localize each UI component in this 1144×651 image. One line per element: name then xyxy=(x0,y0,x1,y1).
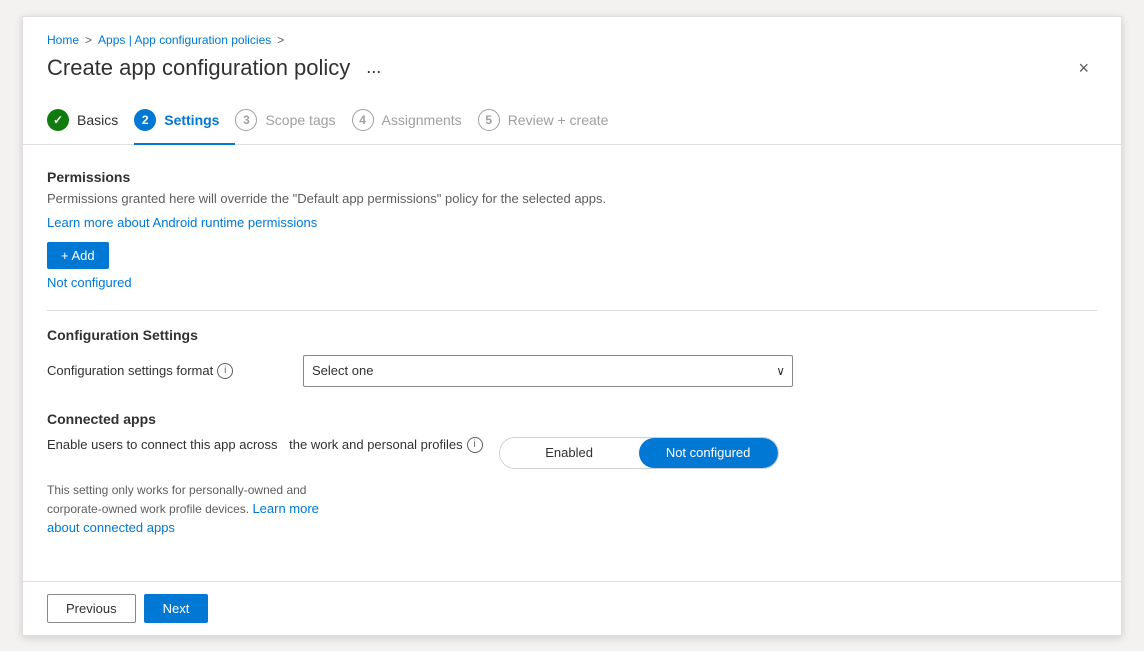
permissions-title: Permissions xyxy=(47,169,1097,185)
step-assignments[interactable]: 4 Assignments xyxy=(352,97,478,143)
step-basics-circle: ✓ xyxy=(47,109,69,131)
format-label-text: Configuration settings format xyxy=(47,363,213,378)
modal-title-row: Create app configuration policy ... × xyxy=(47,55,1097,81)
format-label: Configuration settings format i xyxy=(47,363,287,379)
step-review-create-circle: 5 xyxy=(478,109,500,131)
breadcrumb-home[interactable]: Home xyxy=(47,33,79,47)
modal-title-left: Create app configuration policy ... xyxy=(47,55,387,81)
permissions-learn-more-link[interactable]: Learn more about Android runtime permiss… xyxy=(47,215,317,230)
step-basics-label: Basics xyxy=(77,112,118,128)
permissions-section: Permissions Permissions granted here wil… xyxy=(47,169,1097,290)
toggle-enabled-option[interactable]: Enabled xyxy=(500,438,639,468)
step-settings[interactable]: 2 Settings xyxy=(134,97,235,145)
add-permission-button[interactable]: + Add xyxy=(47,242,109,269)
connected-apps-toggle-label: Enable users to connect this app across … xyxy=(47,437,483,453)
configuration-settings-section: Configuration Settings Configuration set… xyxy=(47,327,1097,387)
breadcrumb-sep2: > xyxy=(277,33,284,47)
connected-apps-title: Connected apps xyxy=(47,411,1097,427)
breadcrumb-apps[interactable]: Apps | App configuration policies xyxy=(98,33,271,47)
permissions-description: Permissions granted here will override t… xyxy=(47,191,1097,206)
permissions-not-configured: Not configured xyxy=(47,275,1097,290)
step-review-create[interactable]: 5 Review + create xyxy=(478,97,625,143)
wizard-steps: ✓ Basics 2 Settings 3 Scope tags 4 Assig… xyxy=(23,97,1121,145)
divider-1 xyxy=(47,310,1097,311)
connected-apps-toggle[interactable]: Enabled Not configured xyxy=(499,437,779,469)
connected-apps-toggle-row: Enable users to connect this app across … xyxy=(47,437,1097,469)
modal-footer: Previous Next xyxy=(23,581,1121,635)
toggle-label-line1: Enable users to connect this app across xyxy=(47,437,278,452)
step-review-create-label: Review + create xyxy=(508,112,609,128)
previous-button[interactable]: Previous xyxy=(47,594,136,623)
page-title: Create app configuration policy xyxy=(47,55,350,81)
format-info-icon[interactable]: i xyxy=(217,363,233,379)
connected-apps-info-icon[interactable]: i xyxy=(467,437,483,453)
step-scope-tags-label: Scope tags xyxy=(265,112,335,128)
create-policy-modal: Home > Apps | App configuration policies… xyxy=(22,16,1122,636)
modal-header: Home > Apps | App configuration policies… xyxy=(23,17,1121,97)
step-assignments-circle: 4 xyxy=(352,109,374,131)
breadcrumb: Home > Apps | App configuration policies… xyxy=(47,33,1097,47)
toggle-not-configured-option[interactable]: Not configured xyxy=(639,438,778,468)
connected-apps-note: This setting only works for personally-o… xyxy=(47,481,327,538)
modal-content: Permissions Permissions granted here wil… xyxy=(23,145,1121,581)
breadcrumb-sep1: > xyxy=(85,33,92,47)
more-options-button[interactable]: ... xyxy=(360,55,387,80)
step-assignments-label: Assignments xyxy=(382,112,462,128)
close-button[interactable]: × xyxy=(1070,55,1097,81)
step-basics[interactable]: ✓ Basics xyxy=(47,97,134,143)
step-settings-circle: 2 xyxy=(134,109,156,131)
toggle-label-line2: the work and personal profiles xyxy=(289,437,462,452)
format-form-row: Configuration settings format i Select o… xyxy=(47,355,1097,387)
step-settings-label: Settings xyxy=(164,112,219,128)
format-select[interactable]: Select one Configuration designer Enter … xyxy=(303,355,793,387)
step-scope-tags-circle: 3 xyxy=(235,109,257,131)
format-select-wrapper: Select one Configuration designer Enter … xyxy=(303,355,793,387)
connected-apps-section: Connected apps Enable users to connect t… xyxy=(47,411,1097,538)
next-button[interactable]: Next xyxy=(144,594,209,623)
configuration-settings-title: Configuration Settings xyxy=(47,327,1097,343)
step-scope-tags[interactable]: 3 Scope tags xyxy=(235,97,351,143)
